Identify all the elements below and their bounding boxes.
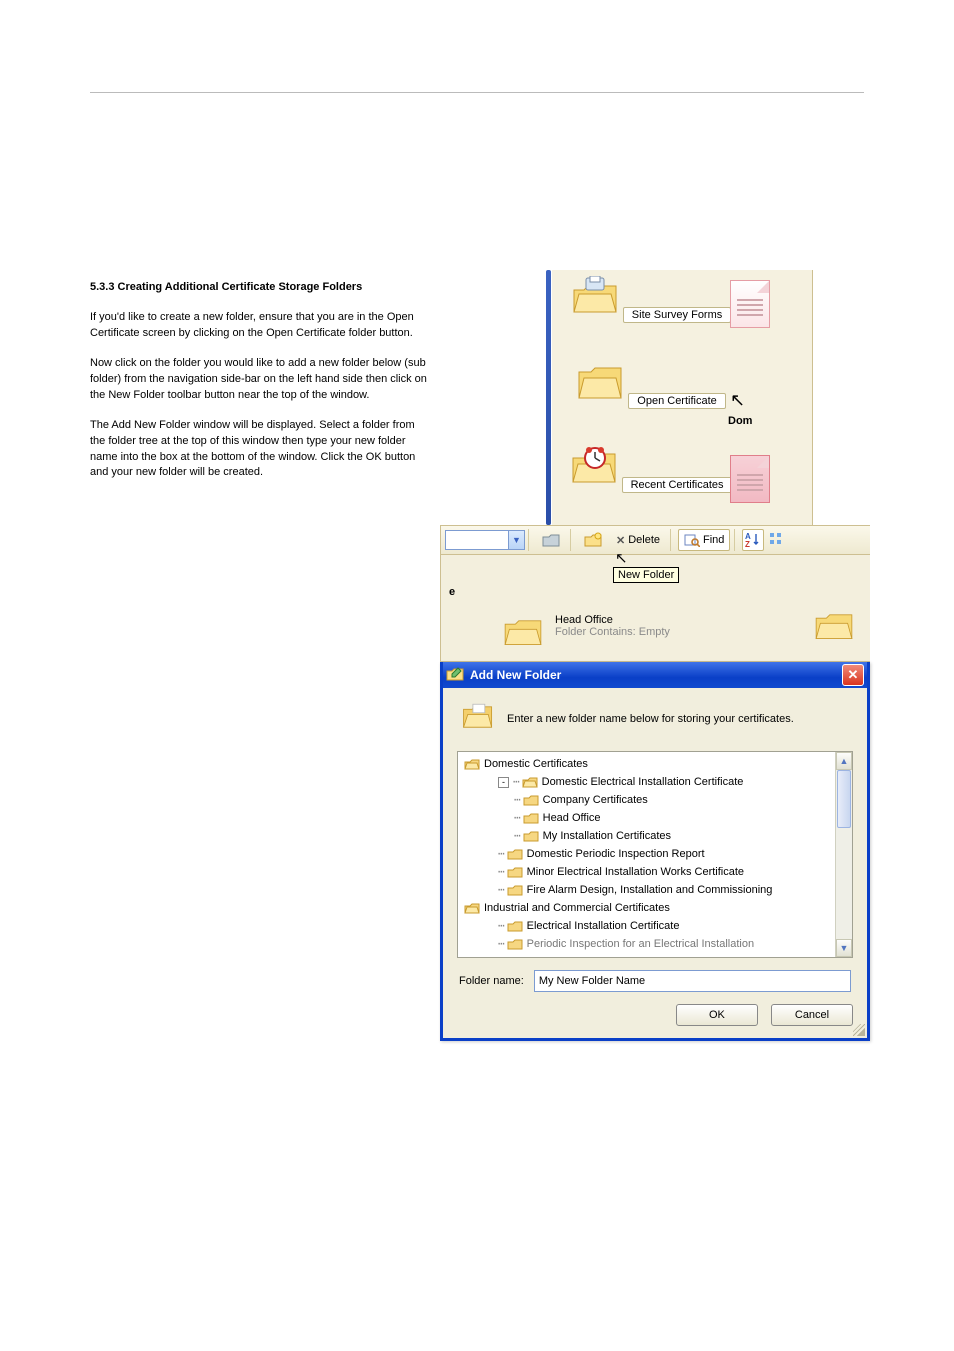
- folder-name-row: Folder name:: [443, 964, 867, 998]
- doc-thumbnail: [730, 280, 770, 328]
- view-grid-button[interactable]: [766, 529, 786, 551]
- tree-node[interactable]: ⋯Minor Electrical Installation Works Cer…: [462, 863, 848, 881]
- grid-icon: [769, 532, 783, 549]
- up-folder-button[interactable]: [536, 529, 566, 551]
- svg-text:Z: Z: [745, 540, 750, 547]
- instruction-para: If you'd like to create a new folder, en…: [90, 310, 430, 342]
- cursor-icon: ↖: [730, 390, 745, 411]
- sort-icon: AZ: [745, 531, 761, 550]
- new-folder-button[interactable]: [578, 529, 608, 551]
- nav-label: Site Survey Forms: [623, 307, 731, 323]
- find-label: Find: [703, 534, 724, 546]
- dialog-titlebar[interactable]: Add New Folder ✕: [443, 662, 867, 688]
- doc-label-fragment: Dom: [728, 415, 752, 427]
- nav-button-recent-certificates[interactable]: Recent Certificates: [563, 442, 738, 493]
- scroll-thumb[interactable]: [837, 770, 851, 828]
- folder-name-label: Folder name:: [459, 975, 524, 987]
- nav-label: Open Certificate: [628, 393, 725, 409]
- section-heading: 5.3.3 Creating Additional Certificate St…: [90, 280, 430, 296]
- add-new-folder-dialog: Add New Folder ✕ Enter a new folder name…: [440, 662, 870, 1041]
- clock-folder-icon: [569, 446, 619, 486]
- folder-title: Head Office: [501, 614, 862, 626]
- instruction-column: 5.3.3 Creating Additional Certificate St…: [90, 280, 430, 495]
- find-button[interactable]: Find: [678, 529, 730, 551]
- dialog-title-text: Add New Folder: [470, 668, 561, 682]
- open-folder-icon: [461, 702, 495, 735]
- tree-node[interactable]: -⋯Domestic Electrical Installation Certi…: [462, 773, 848, 791]
- instruction-para: Now click on the folder you would like t…: [90, 356, 430, 404]
- screenshot-nav-panel: Site Survey Forms Open Certificate Recen…: [440, 270, 870, 525]
- folder-subtitle: Folder Contains: Empty: [501, 626, 862, 638]
- screenshot-toolbar-panel: ▼ ✕ Delete Find: [440, 525, 870, 662]
- folder-icon: [501, 614, 545, 648]
- delete-label: Delete: [628, 534, 660, 546]
- nav-label: Recent Certificates: [622, 477, 733, 493]
- tree-node[interactable]: Industrial and Commercial Certificates: [462, 899, 848, 917]
- tree-node[interactable]: ⋯My Installation Certificates: [462, 827, 848, 845]
- resize-grip-icon[interactable]: [853, 1024, 865, 1036]
- delete-button[interactable]: ✕ Delete: [610, 529, 666, 551]
- close-icon: ✕: [848, 667, 859, 683]
- folder-icon: [575, 362, 625, 402]
- folder-name-input[interactable]: [534, 970, 851, 992]
- nav-button-site-survey[interactable]: Site Survey Forms: [563, 272, 738, 323]
- folder-tree[interactable]: Domestic Certificates-⋯Domestic Electric…: [457, 751, 853, 958]
- tooltip-new-folder: New Folder: [613, 567, 679, 583]
- tree-node[interactable]: ⋯Electrical Installation Certificate: [462, 917, 848, 935]
- tree-node[interactable]: ⋯Company Certificates: [462, 791, 848, 809]
- dialog-button-row: OK Cancel: [443, 998, 867, 1038]
- tree-node[interactable]: ⋯Periodic Inspection for an Electrical I…: [462, 935, 848, 953]
- cursor-icon: ↖: [615, 549, 628, 567]
- tree-node[interactable]: ⋯Fire Alarm Design, Installation and Com…: [462, 881, 848, 899]
- sort-button[interactable]: AZ: [742, 529, 764, 551]
- toolbar: ▼ ✕ Delete Find: [441, 526, 870, 555]
- tree-node[interactable]: ⋯Domestic Periodic Inspection Report: [462, 845, 848, 863]
- find-icon: [684, 533, 700, 547]
- page-header-rule: [90, 0, 864, 93]
- scroll-down-icon[interactable]: ▼: [836, 939, 852, 957]
- delete-x-icon: ✕: [616, 534, 625, 547]
- ok-button[interactable]: OK: [676, 1004, 758, 1026]
- folder-row[interactable]: Head Office Folder Contains: Empty: [501, 614, 862, 648]
- dialog-title-folder-icon: [446, 666, 464, 685]
- tree-node[interactable]: ⋯Head Office: [462, 809, 848, 827]
- scroll-up-icon[interactable]: ▲: [836, 752, 852, 770]
- tree-node[interactable]: Domestic Certificates: [462, 755, 848, 773]
- printer-folder-icon: [570, 276, 620, 316]
- close-button[interactable]: ✕: [842, 664, 864, 686]
- folder-new-icon: [584, 532, 602, 548]
- path-combo[interactable]: ▼: [445, 530, 525, 550]
- chevron-down-icon: ▼: [508, 531, 524, 549]
- doc-thumbnail: [730, 455, 770, 503]
- folder-icon: [812, 608, 856, 642]
- cancel-button[interactable]: Cancel: [771, 1004, 853, 1026]
- folder-grey-icon: [542, 532, 560, 548]
- dialog-hint-row: Enter a new folder name below for storin…: [443, 688, 867, 745]
- scrollbar[interactable]: ▲ ▼: [835, 752, 852, 957]
- instruction-para: The Add New Folder window will be displa…: [90, 418, 430, 482]
- cropped-text: e: [441, 586, 455, 602]
- nav-stripe: [546, 270, 551, 525]
- dialog-hint-text: Enter a new folder name below for storin…: [507, 713, 794, 725]
- nav-button-open-certificate[interactable]: Open Certificate: [563, 358, 738, 409]
